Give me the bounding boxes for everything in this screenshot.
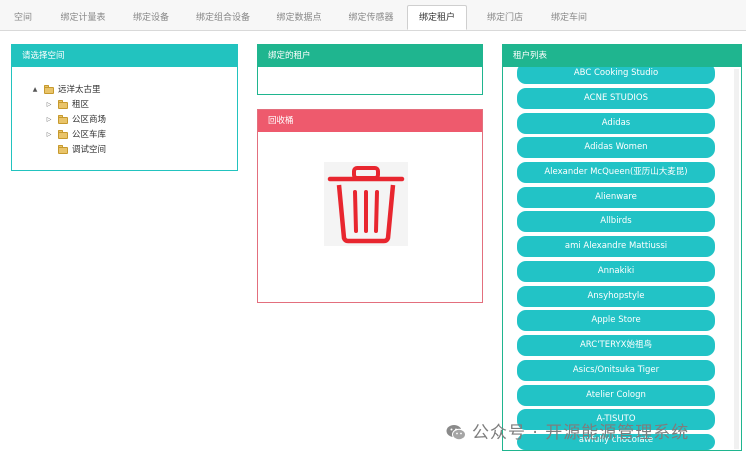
watermark-text: 公众号 · 开源能源管理系统 (472, 423, 690, 443)
trash-bin-icon[interactable] (324, 162, 408, 246)
collapsed-arrow-icon[interactable]: ▷ (44, 113, 54, 127)
tab-bind-equipment[interactable]: 绑定设备 (122, 6, 180, 31)
folder-icon (44, 85, 54, 94)
tab-bind-combined-equipment[interactable]: 绑定组合设备 (190, 6, 256, 31)
recycle-bin-panel[interactable]: 回收桶 (257, 109, 483, 303)
space-panel-title: 请选择空间 (12, 45, 237, 67)
tenant-item[interactable]: Alienware (517, 187, 715, 208)
bound-tenants-title: 绑定的租户 (258, 45, 482, 67)
tenant-item[interactable]: Asics/Onitsuka Tiger (517, 360, 715, 381)
tree-node-label: 远洋太古里 (58, 85, 101, 95)
collapsed-arrow-icon[interactable]: ▷ (44, 128, 54, 142)
tenant-item[interactable]: Alexander McQueen(亚历山大麦昆) (517, 162, 715, 183)
expanded-arrow-icon[interactable]: ▲ (30, 83, 40, 97)
tree-node-label: 公区车库 (72, 130, 107, 140)
folder-icon (58, 130, 68, 139)
tree-node-label: 公区商场 (72, 115, 107, 125)
tree-node-label: 租区 (72, 100, 90, 110)
bound-tenants-panel[interactable]: 绑定的租户 (257, 44, 483, 95)
tenant-item[interactable]: ARC'TERYX始祖鸟 (517, 335, 715, 356)
wechat-icon (446, 424, 466, 441)
tenant-item[interactable]: Apple Store (517, 310, 715, 331)
tree-node-label: 调试空间 (72, 145, 107, 155)
collapsed-arrow-icon[interactable]: ▷ (44, 98, 54, 112)
tab-bind-store[interactable]: 绑定门店 (476, 6, 534, 31)
tenant-item[interactable]: ACNE STUDIOS (517, 88, 715, 109)
folder-icon (58, 115, 68, 124)
tab-bar: 空间 绑定计量表 绑定设备 绑定组合设备 绑定数据点 绑定传感器 绑定租户 绑定… (0, 0, 746, 31)
tenant-item[interactable]: Adidas (517, 113, 715, 134)
tenant-item[interactable]: Adidas Women (517, 137, 715, 158)
tenant-list-scrollbar[interactable] (734, 69, 739, 449)
tenant-item[interactable]: Ansyhopstyle (517, 286, 715, 307)
tenant-list-panel: 租户列表 ABC Cooking Studio ACNE STUDIOS Adi… (502, 44, 742, 451)
tab-bind-tenant[interactable]: 绑定租户 (407, 5, 467, 30)
recycle-bin-title: 回收桶 (258, 110, 482, 132)
tab-bind-point[interactable]: 绑定数据点 (266, 6, 332, 31)
tenant-item[interactable]: Annakiki (517, 261, 715, 282)
space-panel: 请选择空间 ▲ 远洋太古里 ▷ 租区 ▷ 公区商场 ▷ 公区车库 调试空间 (11, 44, 238, 171)
tenant-item[interactable]: Allbirds (517, 211, 715, 232)
tab-space[interactable]: 空间 (4, 6, 42, 31)
tenant-list-title: 租户列表 (503, 45, 741, 67)
tab-bind-sensor[interactable]: 绑定传感器 (340, 6, 402, 31)
tenant-item[interactable]: Atelier Cologn (517, 385, 715, 406)
folder-icon (58, 145, 68, 154)
folder-icon (58, 100, 68, 109)
tab-bind-shopfloor[interactable]: 绑定车间 (540, 6, 598, 31)
tenant-item[interactable]: ami Alexandre Mattiussi (517, 236, 715, 257)
tab-bind-meter[interactable]: 绑定计量表 (52, 6, 114, 31)
